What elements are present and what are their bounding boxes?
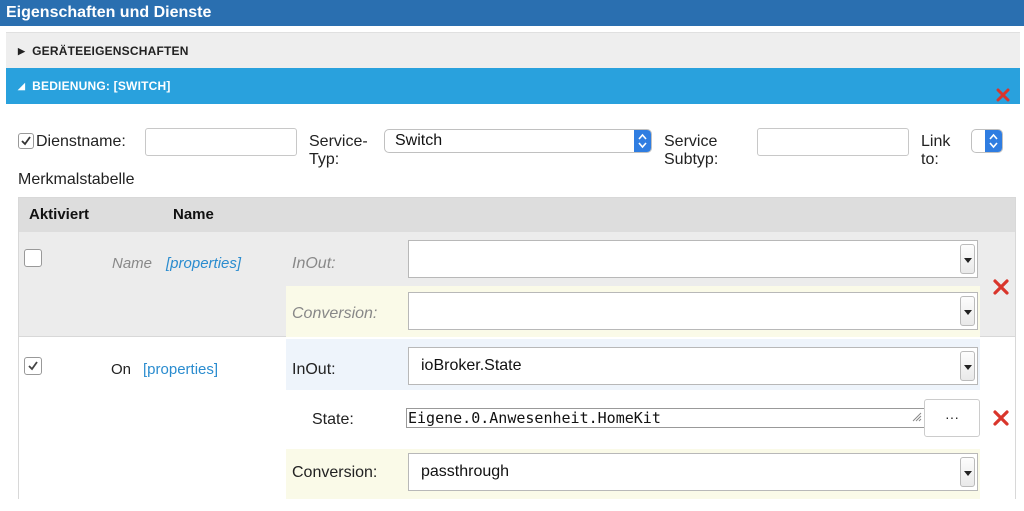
select-arrows-icon: [634, 130, 651, 152]
header-name: Name: [173, 206, 214, 223]
dropdown-arrow-icon: [960, 296, 975, 326]
section-geraeteeigenschaften[interactable]: ▶ GERÄTEEIGENSCHAFTEN: [6, 32, 1020, 68]
dropdown-arrow-icon: [960, 457, 975, 487]
row-name: Name: [112, 255, 153, 272]
conversion-select[interactable]: [408, 292, 978, 330]
merkmalstabelle-title: Merkmalstabelle: [18, 171, 135, 188]
close-icon[interactable]: [996, 80, 1010, 102]
service-subtyp-label-1: Service: [664, 133, 718, 150]
dienstname-input[interactable]: [145, 128, 297, 156]
service-typ-label-1: Service-: [309, 133, 368, 150]
dropdown-arrow-icon: [960, 351, 975, 381]
header-aktiviert: Aktiviert: [29, 206, 90, 223]
link-to-label-1: Link: [921, 133, 951, 150]
conversion-label: Conversion:: [292, 464, 378, 481]
properties-link[interactable]: [properties]: [166, 254, 241, 273]
inout-select[interactable]: ioBroker.State: [408, 347, 978, 385]
browse-state-button[interactable]: ···: [924, 399, 980, 437]
inout-label: InOut:: [292, 361, 336, 378]
link-to-select[interactable]: [971, 129, 1003, 153]
state-value: Eigene.0.Anwesenheit.HomeKit: [408, 409, 661, 427]
section-geraeteeigenschaften-label: GERÄTEEIGENSCHAFTEN: [32, 44, 189, 58]
properties-link[interactable]: [properties]: [143, 360, 218, 379]
caret-right-icon: ▶: [18, 46, 26, 56]
dienstname-label: Dienstname:: [36, 133, 126, 150]
delete-row-icon[interactable]: [993, 279, 1009, 295]
window-title: Eigenschaften und Dienste: [0, 0, 1024, 26]
section-bedienung-label: BEDIENUNG: [SWITCH]: [32, 79, 171, 93]
section-bedienung[interactable]: ◢ BEDIENUNG: [SWITCH]: [6, 68, 1020, 104]
state-label: State:: [312, 411, 354, 428]
merkmal-table: Aktiviert Name Name [properties] InOut: …: [18, 197, 1016, 499]
caret-down-icon: ◢: [18, 81, 26, 91]
row-name: On: [111, 361, 132, 378]
table-header: Aktiviert Name: [19, 198, 1015, 232]
service-typ-select[interactable]: Switch: [384, 129, 652, 153]
link-to-label-2: to:: [921, 151, 939, 168]
service-subtyp-label-2: Subtyp:: [664, 151, 719, 168]
service-subtyp-input[interactable]: [757, 128, 909, 156]
conversion-label: Conversion:: [292, 305, 378, 322]
resize-grip-icon[interactable]: [910, 408, 922, 426]
service-typ-value: Switch: [395, 132, 443, 149]
row-active-checkbox[interactable]: [24, 249, 42, 267]
conversion-value: passthrough: [421, 463, 510, 480]
dropdown-arrow-icon: [960, 244, 975, 274]
dienstname-checkbox[interactable]: [18, 133, 34, 149]
select-arrows-icon: [985, 130, 1002, 152]
inout-select[interactable]: [408, 240, 978, 278]
service-typ-label-2: Typ:: [309, 151, 340, 168]
inout-value: ioBroker.State: [421, 357, 522, 374]
table-row: On [properties] InOut: ioBroker.State St…: [19, 339, 1015, 499]
state-input[interactable]: Eigene.0.Anwesenheit.HomeKit: [406, 408, 925, 428]
table-row: Name [properties] InOut: Conversion:: [19, 232, 1015, 337]
delete-row-icon[interactable]: [993, 410, 1009, 426]
conversion-select[interactable]: passthrough: [408, 453, 978, 491]
row-active-checkbox[interactable]: [24, 357, 42, 375]
inout-label: InOut:: [292, 255, 336, 272]
